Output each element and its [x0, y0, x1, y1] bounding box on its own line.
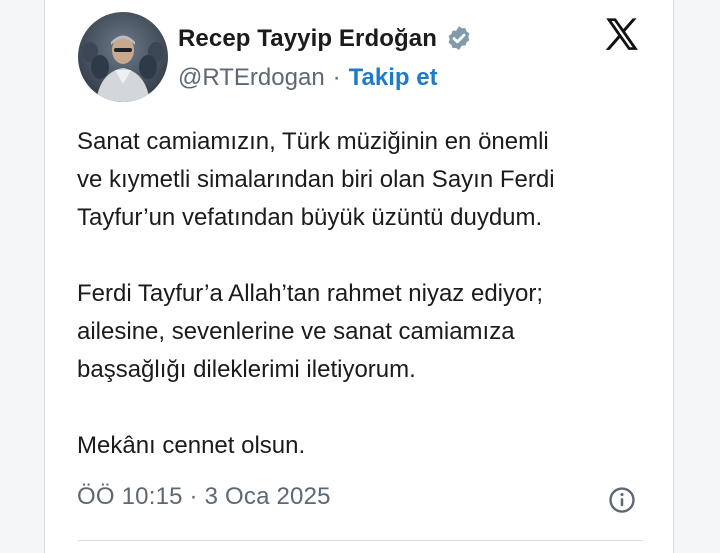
post-paragraph: Mekânı cennet olsun.	[77, 432, 306, 459]
author-name-row: Recep Tayyip Erdoğan	[178, 22, 474, 56]
post-paragraph: Ferdi Tayfur’a Allah’tan rahmet niyaz ed…	[77, 280, 544, 383]
post-text: Sanat camiamızın, Türk müziğinin en önem…	[77, 123, 647, 465]
avatar-image	[78, 12, 168, 102]
separator-dot: ·	[332, 64, 341, 91]
page: Recep Tayyip Erdoğan @RTErdogan · Takip …	[0, 0, 720, 553]
info-icon[interactable]	[607, 485, 637, 515]
follow-button[interactable]: Takip et	[349, 64, 438, 92]
author-handle-row: @RTErdogan · Takip et	[178, 62, 438, 94]
post-card: Recep Tayyip Erdoğan @RTErdogan · Takip …	[44, 0, 674, 553]
author-display-name[interactable]: Recep Tayyip Erdoğan	[178, 25, 437, 53]
avatar[interactable]	[78, 12, 168, 102]
x-logo-icon[interactable]	[601, 14, 643, 56]
post-paragraph: Sanat camiamızın, Türk müziğinin en önem…	[77, 128, 555, 231]
author-handle[interactable]: @RTErdogan	[178, 64, 325, 92]
verified-badge-icon	[444, 24, 474, 54]
post-timestamp[interactable]: ÖÖ 10:15 · 3 Oca 2025	[77, 483, 331, 511]
divider	[78, 540, 643, 541]
